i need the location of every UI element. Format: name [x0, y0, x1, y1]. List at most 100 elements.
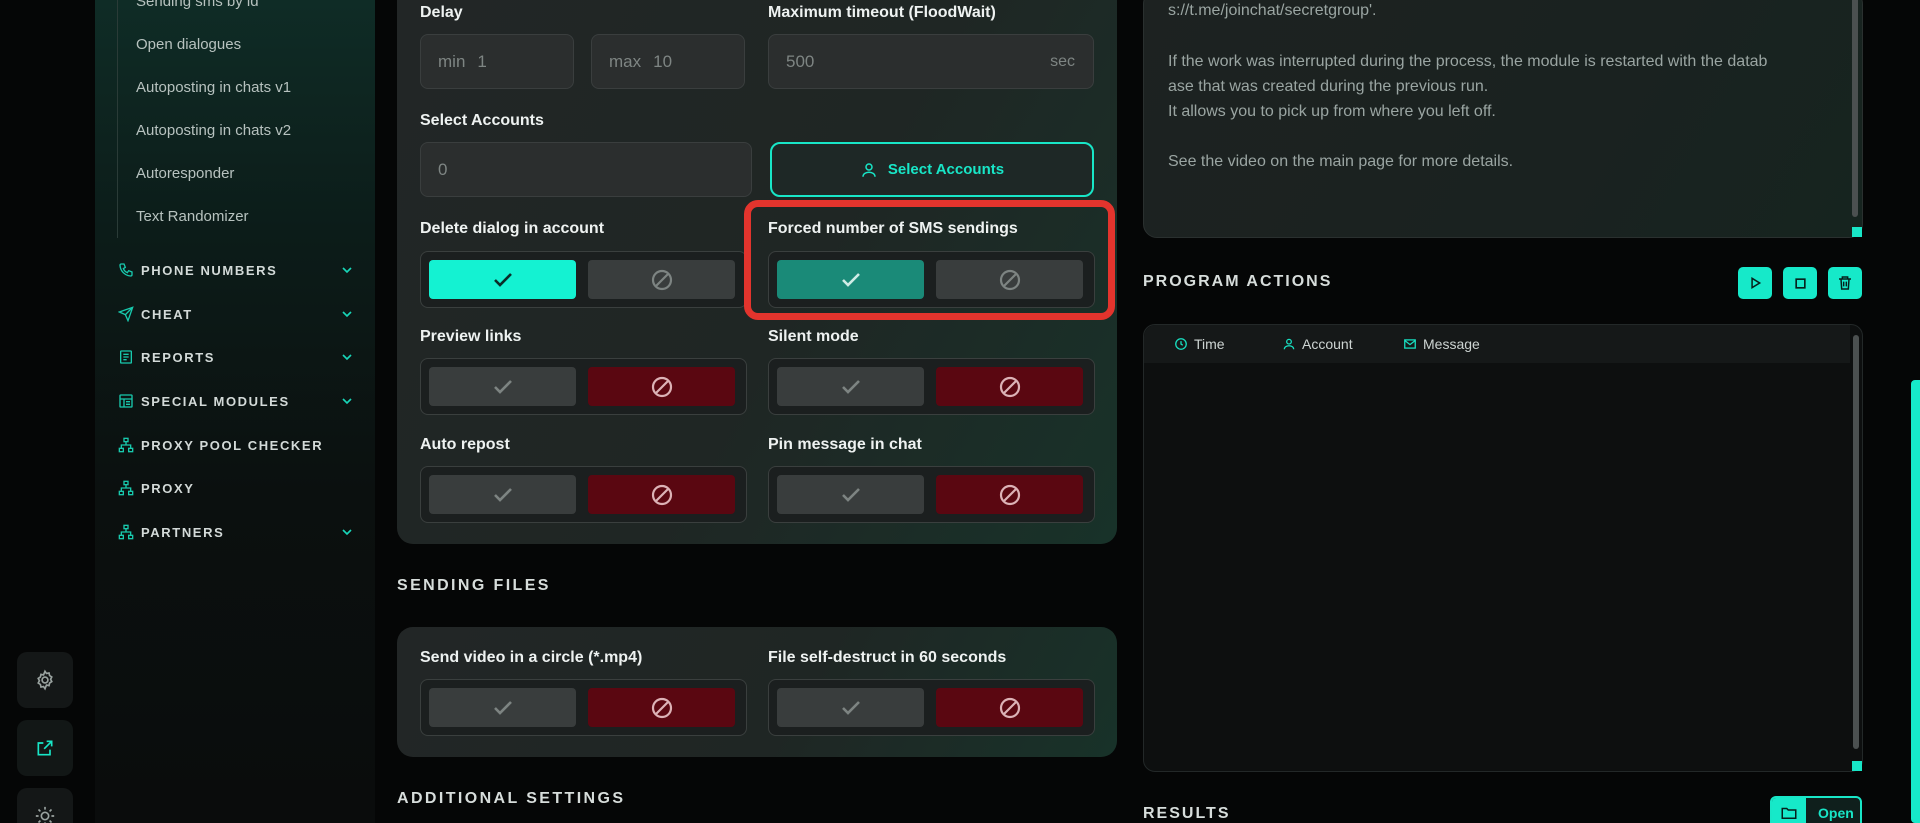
select-accounts-button[interactable]: Select Accounts — [770, 142, 1094, 197]
open-results-button[interactable]: Open — [1770, 796, 1862, 823]
network-icon — [117, 479, 135, 497]
sidebar-item-proxy-pool-checker[interactable]: PROXY POOL CHECKER — [117, 430, 355, 460]
pin-message-on-option[interactable] — [777, 475, 924, 514]
sidebar-item-proxy[interactable]: PROXY — [117, 473, 355, 503]
self-destruct-label: File self-destruct in 60 seconds — [768, 649, 1007, 666]
ban-icon — [651, 269, 672, 290]
sidebar-item-label: CHEAT — [141, 306, 193, 322]
delay-max-value: 10 — [653, 51, 673, 71]
chevron-down-icon — [342, 267, 352, 274]
delete-dialog-off-option[interactable] — [588, 260, 735, 299]
sidebar: Sending sms by id Open dialogues Autopos… — [95, 0, 375, 823]
silent-mode-off-option[interactable] — [936, 367, 1083, 406]
log-scrollbar[interactable] — [1853, 335, 1859, 749]
preview-links-on-option[interactable] — [429, 367, 576, 406]
send-icon — [117, 305, 135, 323]
external-link-icon — [37, 740, 53, 756]
ban-icon — [651, 376, 672, 397]
chevron-down-icon — [342, 354, 352, 361]
info-line: s://t.me/joinchat/secretgroup'. — [1168, 2, 1377, 19]
log-header: Time Account Message — [1144, 325, 1850, 363]
log-col-account-label: Account — [1302, 336, 1353, 352]
program-actions-title: PROGRAM ACTIONS — [1143, 273, 1333, 290]
silent-mode-on-option[interactable] — [777, 367, 924, 406]
sidebar-item-label: PROXY — [141, 480, 195, 496]
sidebar-subitem-autoposting-v1[interactable]: Autoposting in chats v1 — [118, 66, 367, 109]
info-line: ase that was created during the previous… — [1168, 78, 1489, 95]
delete-dialog-toggle — [420, 251, 747, 308]
stop-icon — [1794, 277, 1806, 289]
video-circle-on-option[interactable] — [429, 688, 576, 727]
open-results-label: Open — [1818, 805, 1854, 821]
log-col-account: Account — [1282, 336, 1353, 352]
chevron-down-icon — [342, 311, 352, 318]
log-col-message-label: Message — [1423, 336, 1480, 352]
accounts-count-input[interactable]: 0 — [420, 142, 752, 197]
sidebar-item-label: SPECIAL MODULES — [141, 393, 290, 409]
network-icon — [117, 436, 135, 454]
select-accounts-label: Select Accounts — [887, 161, 1005, 178]
external-link-rail-button[interactable] — [17, 720, 73, 776]
check-icon — [493, 379, 512, 394]
check-icon — [841, 700, 860, 715]
sidebar-item-partners[interactable]: PARTNERS — [117, 517, 355, 547]
delay-max-input[interactable]: max 10 — [591, 34, 745, 89]
ban-icon — [999, 697, 1020, 718]
preview-links-off-option[interactable] — [588, 367, 735, 406]
silent-mode-toggle — [768, 358, 1095, 415]
auto-repost-off-option[interactable] — [588, 475, 735, 514]
self-destruct-off-option[interactable] — [936, 688, 1083, 727]
sidebar-item-label: PARTNERS — [141, 524, 225, 540]
action-log-table: Time Account Message — [1143, 324, 1863, 772]
sidebar-subitem-sms-by-id[interactable]: Sending sms by id — [118, 0, 367, 23]
log-col-time: Time — [1174, 336, 1225, 352]
timeout-value: 500 — [786, 51, 815, 71]
ban-icon — [651, 697, 672, 718]
stop-button[interactable] — [1783, 267, 1817, 299]
delay-min-input[interactable]: min 1 — [420, 34, 574, 89]
module-info-textarea[interactable]: s://t.me/joinchat/secretgroup'. If the w… — [1143, 0, 1863, 238]
settings-rail-button[interactable] — [17, 652, 73, 708]
theme-rail-button[interactable] — [17, 788, 73, 823]
sidebar-item-cheat[interactable]: CHEAT — [117, 299, 355, 329]
video-circle-off-option[interactable] — [588, 688, 735, 727]
chevron-down-icon — [342, 398, 352, 405]
sidebar-subitem-text-randomizer[interactable]: Text Randomizer — [118, 195, 367, 238]
pin-message-label: Pin message in chat — [768, 436, 922, 453]
check-icon — [841, 379, 860, 394]
video-circle-label: Send video in a circle (*.mp4) — [420, 649, 643, 666]
page-scrollbar[interactable] — [1911, 380, 1920, 823]
timeout-label: Maximum timeout (FloodWait) — [768, 4, 996, 21]
ban-icon — [651, 484, 672, 505]
results-title: RESULTS — [1143, 805, 1231, 822]
sidebar-item-label: REPORTS — [141, 349, 216, 365]
timeout-input[interactable]: 500 sec — [768, 34, 1094, 89]
sidebar-item-special-modules[interactable]: SPECIAL MODULES — [117, 386, 355, 416]
check-icon — [841, 487, 860, 502]
report-icon — [117, 348, 135, 366]
sidebar-subitem-open-dialogues[interactable]: Open dialogues — [118, 23, 367, 66]
delay-max-prefix: max — [609, 51, 642, 71]
self-destruct-on-option[interactable] — [777, 688, 924, 727]
pin-message-off-option[interactable] — [936, 475, 1083, 514]
clear-log-button[interactable] — [1828, 267, 1862, 299]
delete-dialog-on-option[interactable] — [429, 260, 576, 299]
auto-repost-label: Auto repost — [420, 436, 510, 453]
info-scrollbar[interactable] — [1852, 0, 1858, 217]
sidebar-item-reports[interactable]: REPORTS — [117, 342, 355, 372]
check-icon — [493, 487, 512, 502]
sidebar-subitem-autoposting-v2[interactable]: Autoposting in chats v2 — [118, 109, 367, 152]
sidebar-subitem-autoresponder[interactable]: Autoresponder — [118, 152, 367, 195]
log-resize-handle[interactable] — [1852, 761, 1862, 771]
timeout-unit: sec — [1050, 52, 1075, 70]
info-resize-handle[interactable] — [1852, 227, 1862, 237]
play-icon — [1751, 276, 1762, 290]
gear-icon — [37, 669, 53, 691]
play-button[interactable] — [1738, 267, 1772, 299]
auto-repost-toggle — [420, 466, 747, 523]
log-col-message: Message — [1403, 336, 1480, 352]
sending-files-title: SENDING FILES — [397, 577, 551, 594]
info-line: It allows you to pick up from where you … — [1168, 103, 1496, 120]
sidebar-item-phone-numbers[interactable]: PHONE NUMBERS — [117, 255, 355, 285]
auto-repost-on-option[interactable] — [429, 475, 576, 514]
